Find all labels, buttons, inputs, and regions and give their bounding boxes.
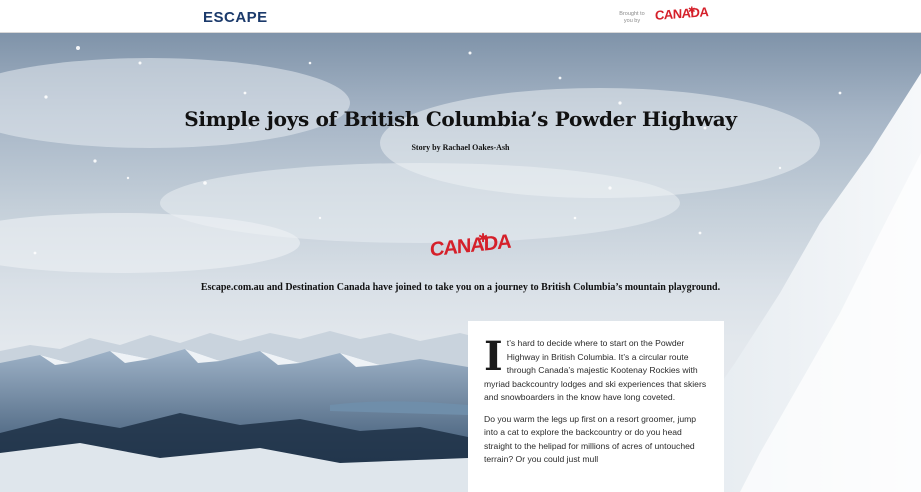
maple-leaf-icon: ✱ bbox=[688, 5, 696, 15]
drop-cap: I bbox=[484, 333, 503, 380]
article-paragraph: Do you warm the legs up first on a resor… bbox=[484, 413, 697, 465]
article-intro: Escape.com.au and Destination Canada hav… bbox=[200, 282, 721, 293]
byline: Story by Rachael Oakes-Ash bbox=[411, 143, 510, 152]
hero-section: Simple joys of British Columbia’s Powder… bbox=[0, 33, 921, 492]
site-header: ESCAPE Brought to you by CANADA ✱ bbox=[0, 0, 921, 33]
article-body-card: I t’s hard to decide where to start on t… bbox=[468, 321, 724, 492]
article-paragraph: t’s hard to decide where to start on the… bbox=[484, 338, 707, 402]
canada-sponsor-logo[interactable]: CANADA bbox=[655, 4, 708, 23]
author-name[interactable]: Rachael Oakes-Ash bbox=[443, 143, 510, 152]
article-title: Simple joys of British Columbia’s Powder… bbox=[184, 107, 737, 131]
maple-leaf-icon: ✱ bbox=[478, 231, 489, 245]
sponsor-label: Brought to you by bbox=[619, 11, 645, 24]
escape-logo[interactable]: ESCAPE bbox=[203, 9, 268, 26]
destination-canada-logo: CANADA ✱ bbox=[430, 230, 511, 262]
